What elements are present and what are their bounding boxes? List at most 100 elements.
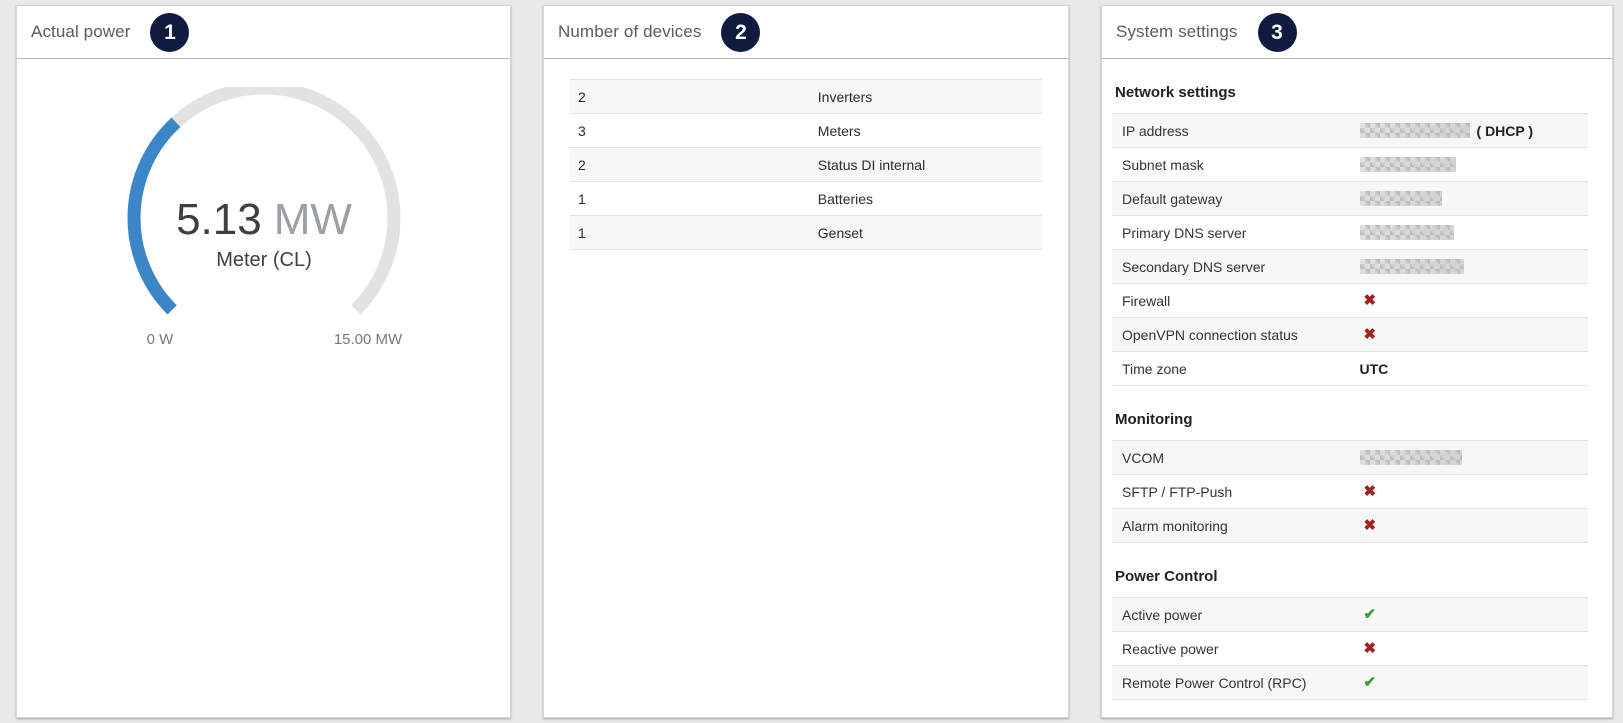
device-type-label: Batteries	[818, 191, 1042, 207]
settings-label: OpenVPN connection status	[1112, 327, 1360, 343]
cross-icon: ✖	[1360, 327, 1377, 342]
gauge-min-label: 0 W	[146, 331, 174, 348]
device-count: 2	[570, 89, 818, 105]
card-number-of-devices: Number of devices 2 2Inverters3Meters2St…	[543, 5, 1069, 718]
redacted-value	[1360, 157, 1456, 172]
section-heading: Monitoring	[1112, 411, 1588, 428]
settings-row: Remote Power Control (RPC)✔	[1112, 666, 1588, 700]
settings-value: ✔	[1360, 607, 1588, 622]
settings-label: Default gateway	[1112, 191, 1360, 207]
settings-row: Primary DNS server	[1112, 216, 1588, 250]
device-table: 2Inverters3Meters2Status DI internal1Bat…	[570, 79, 1042, 250]
settings-row: Reactive power✖	[1112, 632, 1588, 666]
redacted-value	[1360, 123, 1470, 138]
settings-section: Network settings IP address ( DHCP ) Subnet…	[1112, 84, 1588, 386]
card-actual-power: Actual power 1 5.13MW Meter (CL) 0 W 15.…	[16, 5, 511, 718]
card-title: Actual power	[31, 22, 130, 42]
settings-label: Active power	[1112, 607, 1360, 623]
settings-label: Reactive power	[1112, 641, 1360, 657]
gauge-value-text: 5.13MW	[176, 195, 352, 244]
device-row: 3Meters	[570, 114, 1042, 148]
settings-row: IP address ( DHCP )	[1112, 114, 1588, 148]
settings-label: Secondary DNS server	[1112, 259, 1360, 275]
settings-section: Power ControlActive power✔Reactive power…	[1112, 568, 1588, 700]
step-badge-1: 1	[150, 13, 189, 52]
gauge-value-unit: MW	[273, 195, 352, 244]
device-type-label: Status DI internal	[818, 157, 1042, 173]
settings-section: MonitoringVCOMSFTP / FTP-Push✖Alarm moni…	[1112, 411, 1588, 543]
check-icon: ✔	[1360, 675, 1377, 690]
settings-value: ✖	[1360, 327, 1588, 342]
card-header-actual-power: Actual power 1	[17, 6, 510, 59]
settings-label: VCOM	[1112, 450, 1360, 466]
device-type-label: Meters	[818, 123, 1042, 139]
check-icon: ✔	[1360, 607, 1377, 622]
settings-label: Primary DNS server	[1112, 225, 1360, 241]
step-badge-2: 2	[721, 13, 760, 52]
card-title: System settings	[1116, 22, 1238, 42]
device-row: 1Batteries	[570, 182, 1042, 216]
redacted-value	[1360, 450, 1462, 465]
device-row: 2Inverters	[570, 80, 1042, 114]
settings-sections: Network settings IP address ( DHCP ) Subnet…	[1112, 59, 1588, 700]
gauge-source-label: Meter (CL)	[216, 249, 312, 271]
card-header-number-of-devices: Number of devices 2	[544, 6, 1068, 59]
settings-row: Active power✔	[1112, 598, 1588, 632]
section-heading: Power Control	[1112, 568, 1588, 585]
settings-value: ✖	[1360, 518, 1588, 533]
settings-label: Firewall	[1112, 293, 1360, 309]
settings-row: Time zoneUTC	[1112, 352, 1588, 386]
settings-label: Time zone	[1112, 361, 1360, 377]
settings-value	[1360, 191, 1588, 206]
settings-row: VCOM	[1112, 441, 1588, 475]
device-row: 2Status DI internal	[570, 148, 1042, 182]
settings-label: IP address	[1112, 123, 1360, 139]
settings-row: OpenVPN connection status✖	[1112, 318, 1588, 352]
gauge-value-number: 5.13	[176, 195, 262, 244]
settings-value-text: UTC	[1360, 361, 1389, 377]
settings-label: Subnet mask	[1112, 157, 1360, 173]
settings-row: Secondary DNS server	[1112, 250, 1588, 284]
card-system-settings: System settings 3 Network settings IP add…	[1101, 5, 1613, 718]
card-title: Number of devices	[558, 22, 701, 42]
device-type-label: Inverters	[818, 89, 1042, 105]
device-count: 1	[570, 191, 818, 207]
device-type-label: Genset	[818, 225, 1042, 241]
settings-label: SFTP / FTP-Push	[1112, 484, 1360, 500]
redacted-value	[1360, 191, 1442, 206]
settings-value	[1360, 450, 1588, 465]
settings-value	[1360, 225, 1588, 240]
settings-value: UTC	[1360, 361, 1588, 377]
settings-value-text: ( DHCP )	[1477, 123, 1534, 139]
settings-value: ✖	[1360, 641, 1588, 656]
settings-value: ✖	[1360, 293, 1588, 308]
gauge-chart: 5.13MW Meter (CL) 0 W 15.00 MW	[94, 87, 434, 349]
redacted-value	[1360, 259, 1464, 274]
card-header-system-settings: System settings 3	[1102, 6, 1612, 59]
device-count: 1	[570, 225, 818, 241]
step-badge-3: 3	[1258, 13, 1297, 52]
device-count: 3	[570, 123, 818, 139]
settings-value: ✖	[1360, 484, 1588, 499]
settings-label: Alarm monitoring	[1112, 518, 1360, 534]
device-row: 1Genset	[570, 216, 1042, 250]
device-count: 2	[570, 157, 818, 173]
cross-icon: ✖	[1360, 293, 1377, 308]
settings-value: ( DHCP )	[1360, 123, 1588, 139]
settings-row: Subnet mask	[1112, 148, 1588, 182]
settings-row: SFTP / FTP-Push✖	[1112, 475, 1588, 509]
settings-label: Remote Power Control (RPC)	[1112, 675, 1360, 691]
cross-icon: ✖	[1360, 641, 1377, 656]
gauge-value-arc	[134, 122, 176, 310]
gauge-max-label: 15.00 MW	[333, 331, 402, 348]
settings-row: Default gateway	[1112, 182, 1588, 216]
dashboard: Actual power 1 5.13MW Meter (CL) 0 W 15.…	[0, 0, 1623, 723]
settings-value	[1360, 157, 1588, 172]
settings-value	[1360, 259, 1588, 274]
settings-row: Firewall✖	[1112, 284, 1588, 318]
cross-icon: ✖	[1360, 484, 1377, 499]
section-heading: Network settings	[1112, 84, 1588, 101]
redacted-value	[1360, 225, 1454, 240]
cross-icon: ✖	[1360, 518, 1377, 533]
gauge-panel: 5.13MW Meter (CL) 0 W 15.00 MW	[17, 59, 510, 349]
